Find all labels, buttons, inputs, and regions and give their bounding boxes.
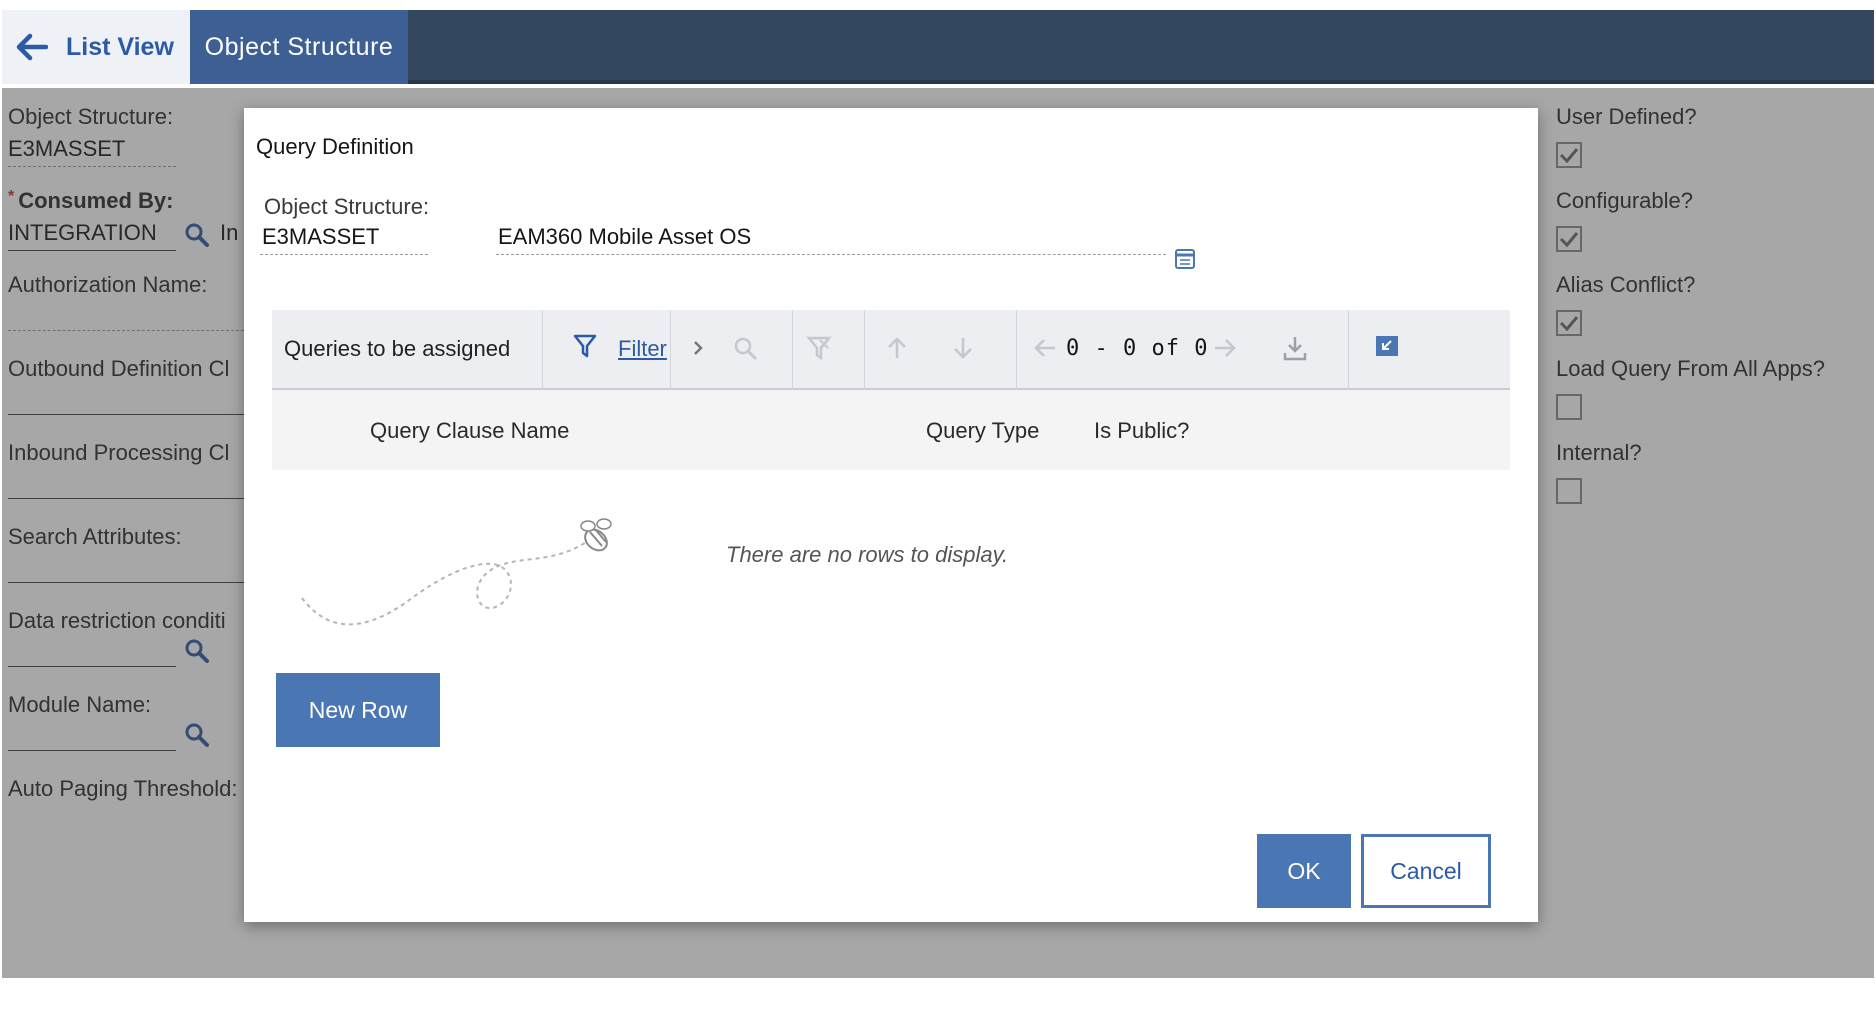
table-title: Queries to be assigned bbox=[284, 336, 511, 361]
column-query-clause-name[interactable]: Query Clause Name bbox=[370, 418, 569, 444]
clear-filter-icon[interactable] bbox=[806, 334, 832, 362]
arrow-up-icon[interactable] bbox=[884, 334, 910, 362]
search-icon[interactable] bbox=[732, 334, 758, 362]
filter-icon[interactable] bbox=[572, 332, 598, 360]
filter-link[interactable]: Filter bbox=[618, 336, 667, 362]
empty-table-message: There are no rows to display. bbox=[726, 542, 1009, 567]
list-view-tab[interactable]: List View bbox=[2, 10, 190, 84]
app-window: List View Object Structure Object Struct… bbox=[2, 10, 1874, 978]
toolbar-divider bbox=[864, 310, 865, 390]
query-definition-dialog: Query Definition Object Structure: E3MAS… bbox=[244, 108, 1538, 922]
toolbar-divider bbox=[542, 310, 543, 390]
collapse-table-icon[interactable] bbox=[1374, 332, 1400, 360]
dialog-description-underline bbox=[496, 254, 1166, 255]
long-description-icon[interactable] bbox=[1174, 248, 1196, 270]
toolbar-divider bbox=[1348, 310, 1349, 390]
download-icon[interactable] bbox=[1282, 334, 1308, 362]
new-row-button[interactable]: New Row bbox=[276, 673, 440, 747]
back-arrow-icon bbox=[16, 33, 48, 61]
tab-object-structure-label: Object Structure bbox=[204, 32, 394, 61]
pagination-text: 0 - 0 of 0 bbox=[1066, 336, 1209, 361]
column-is-public[interactable]: Is Public? bbox=[1094, 418, 1189, 444]
dialog-object-structure-description: EAM360 Mobile Asset OS bbox=[498, 224, 752, 249]
arrow-down-icon[interactable] bbox=[950, 334, 976, 362]
empty-state-bee-icon bbox=[301, 518, 612, 626]
dialog-object-structure-label: Object Structure: bbox=[264, 194, 430, 219]
table-toolbar: Queries to be assigned Filter 0 - 0 of 0 bbox=[272, 310, 1510, 390]
table-header-row: Query Clause Name Query Type Is Public? bbox=[272, 390, 1510, 470]
dialog-object-structure-value: E3MASSET bbox=[262, 224, 380, 249]
tab-object-structure[interactable]: Object Structure bbox=[190, 10, 408, 84]
cancel-button[interactable]: Cancel bbox=[1361, 834, 1491, 908]
dialog-object-structure-underline bbox=[260, 254, 428, 255]
column-query-type[interactable]: Query Type bbox=[926, 418, 1039, 444]
dialog-title: Query Definition bbox=[256, 134, 414, 159]
toolbar-divider bbox=[792, 310, 793, 390]
top-nav-bar: List View Object Structure bbox=[2, 10, 1874, 84]
ok-button[interactable]: OK bbox=[1257, 834, 1351, 908]
toolbar-divider bbox=[670, 310, 671, 390]
list-view-label: List View bbox=[66, 32, 174, 61]
chevron-right-icon[interactable] bbox=[686, 334, 712, 362]
next-page-icon[interactable] bbox=[1212, 334, 1238, 362]
previous-page-icon[interactable] bbox=[1032, 334, 1058, 362]
toolbar-divider bbox=[1016, 310, 1017, 390]
